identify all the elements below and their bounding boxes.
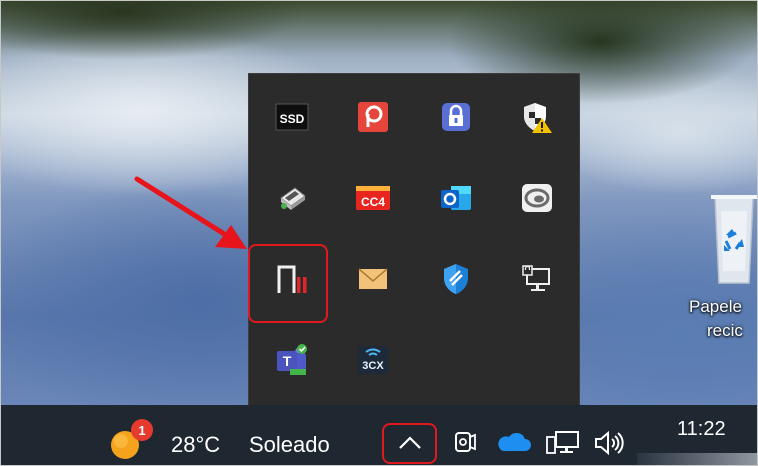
annotation-arrow-icon [134, 176, 247, 249]
recycle-bin-label-line1: Papele [689, 297, 742, 316]
weather-temperature[interactable]: 28°C [171, 432, 220, 458]
tray-item-webcam-app[interactable] [509, 170, 565, 226]
ssd-icon-text: SSD [280, 112, 305, 126]
tray-item-printer-drive[interactable] [264, 170, 320, 226]
weather-notification-badge: 1 [131, 419, 153, 441]
taskbar-clock[interactable]: 11:22 [677, 417, 726, 441]
vpn-lock-icon [442, 103, 470, 131]
tray-item-presentation[interactable] [345, 89, 401, 145]
tray-item-3cx[interactable]: 3CX [345, 332, 401, 388]
3cx-icon-text: 3CX [362, 360, 384, 372]
tray-item-cc4[interactable]: CC4 [345, 170, 401, 226]
network-monitor-icon [522, 265, 550, 291]
weather-condition[interactable]: Soleado [249, 432, 330, 458]
onedrive-cloud-icon[interactable] [495, 431, 531, 453]
webcam-app-icon [522, 184, 552, 212]
recycle-bin-icon [711, 195, 757, 284]
tray-item-vpn[interactable] [428, 89, 484, 145]
tray-item-security-warning[interactable] [509, 89, 565, 145]
svg-text:T: T [283, 353, 292, 369]
teams-icon: T [277, 344, 307, 375]
security-warning-shield-icon [524, 103, 552, 133]
cc4-icon-text: CC4 [361, 195, 385, 209]
taskbar-edge-glow [637, 453, 757, 465]
printer-drive-icon [280, 187, 306, 210]
highlight-box-chevron [382, 423, 437, 464]
tray-item-network-monitor[interactable] [509, 251, 565, 307]
tray-overflow-flyout: SSD CC4 T 3CX [248, 73, 580, 406]
screenshot-frame: Papele recic SSD CC4 T 3CX 1 28°C Solead… [0, 0, 758, 466]
tray-item-mail[interactable] [345, 251, 401, 307]
3cx-phone-icon: 3CX [358, 346, 388, 374]
highlight-box-tray-item [248, 244, 328, 323]
recycle-bin-label: Papele recic [689, 295, 757, 343]
network-icon[interactable] [546, 429, 580, 457]
outlook-icon [441, 186, 471, 210]
tray-item-defender[interactable] [428, 251, 484, 307]
recycle-bin-label-line2: recic [707, 321, 743, 340]
webcam-tray-icon[interactable] [451, 427, 477, 457]
recycle-bin[interactable] [701, 191, 757, 292]
ssd-utility-icon: SSD [275, 103, 309, 131]
tray-item-outlook[interactable] [428, 170, 484, 226]
tray-item-ssd[interactable]: SSD [264, 89, 320, 145]
tray-item-teams[interactable]: T [264, 332, 320, 388]
cc4-app-icon: CC4 [356, 186, 390, 210]
mail-envelope-icon [358, 268, 388, 289]
defender-shield-icon [444, 264, 468, 294]
presentation-app-icon [358, 102, 388, 132]
volume-icon[interactable] [593, 429, 627, 457]
